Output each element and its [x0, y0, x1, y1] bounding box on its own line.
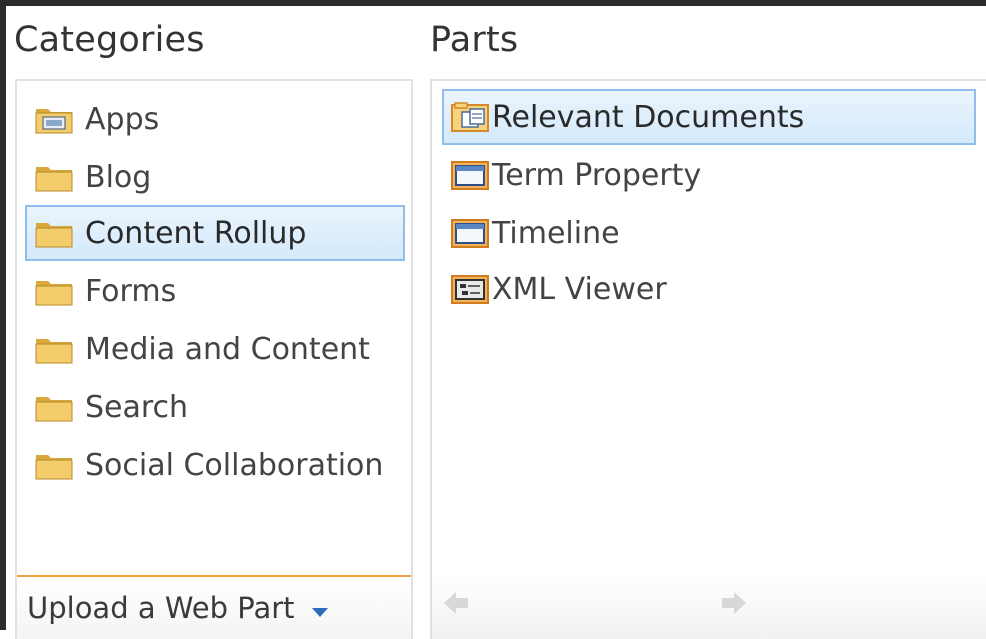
part-item-timeline[interactable]: Timeline — [442, 205, 976, 261]
web-part-icon — [450, 217, 490, 249]
category-label: Social Collaboration — [85, 447, 384, 483]
category-item-blog[interactable]: Blog — [25, 149, 405, 205]
categories-list: Apps Blog Content Rollup Forms Media and… — [15, 79, 413, 639]
category-label: Apps — [85, 101, 160, 137]
category-label: Forms — [85, 273, 177, 309]
relevant-documents-icon — [450, 101, 490, 133]
folder-icon — [35, 450, 73, 480]
category-item-content-rollup[interactable]: Content Rollup — [25, 205, 405, 261]
category-item-search[interactable]: Search — [25, 379, 405, 435]
category-label: Media and Content — [85, 331, 370, 367]
category-label: Search — [85, 389, 189, 425]
folder-icon — [35, 334, 73, 364]
next-page-icon[interactable] — [720, 589, 748, 621]
folder-icon — [35, 162, 73, 192]
category-item-social-collaboration[interactable]: Social Collaboration — [25, 437, 405, 493]
folder-icon — [35, 218, 73, 248]
part-item-relevant-documents[interactable]: Relevant Documents — [442, 89, 976, 145]
folder-apps-icon — [35, 104, 73, 134]
category-label: Content Rollup — [85, 215, 307, 251]
part-label: Timeline — [492, 215, 620, 251]
previous-page-icon[interactable] — [442, 589, 470, 621]
window-frame-left — [0, 0, 6, 630]
folder-icon — [35, 276, 73, 306]
part-item-term-property[interactable]: Term Property — [442, 147, 976, 203]
parts-heading: Parts — [430, 20, 519, 60]
part-label: Term Property — [492, 157, 702, 193]
part-item-xml-viewer[interactable]: XML Viewer — [442, 261, 976, 317]
web-part-icon — [450, 159, 490, 191]
parts-paging-bar — [432, 575, 986, 639]
xml-viewer-icon — [450, 273, 490, 305]
category-item-apps[interactable]: Apps — [25, 91, 405, 147]
window-frame-top — [0, 0, 986, 6]
part-label: XML Viewer — [492, 271, 667, 307]
categories-heading: Categories — [14, 20, 205, 60]
upload-web-part-button[interactable]: Upload a Web Part — [17, 575, 411, 639]
folder-icon — [35, 392, 73, 422]
category-item-forms[interactable]: Forms — [25, 263, 405, 319]
upload-web-part-label: Upload a Web Part — [27, 591, 295, 625]
category-item-media-and-content[interactable]: Media and Content — [25, 321, 405, 377]
chevron-down-icon — [311, 591, 329, 625]
category-label: Blog — [85, 159, 152, 195]
parts-list: Relevant Documents Term Property Timelin… — [430, 79, 986, 639]
part-label: Relevant Documents — [492, 99, 805, 135]
